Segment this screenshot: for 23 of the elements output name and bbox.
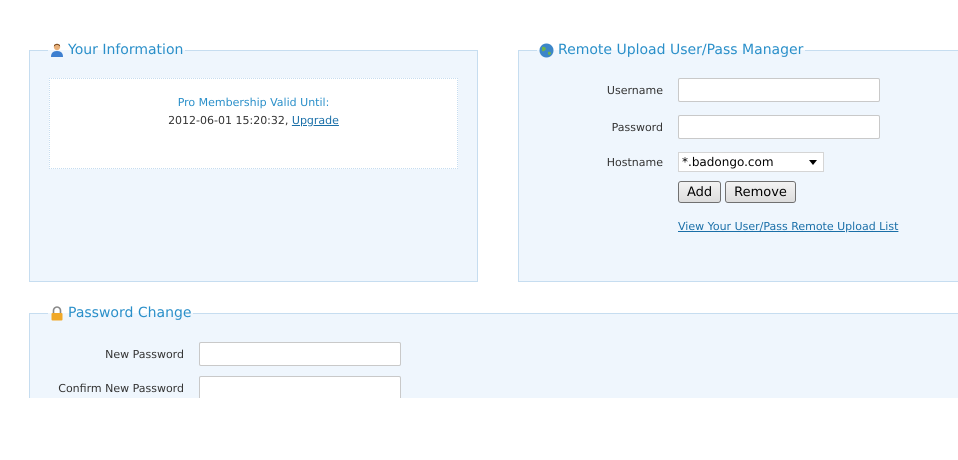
panel-title: Password Change xyxy=(68,305,192,321)
text-field[interactable] xyxy=(678,115,880,139)
upgrade-link[interactable]: Upgrade xyxy=(292,114,339,127)
membership-label: Pro Membership Valid Until: xyxy=(178,96,330,109)
padlock-icon xyxy=(50,306,64,320)
field-label: Username xyxy=(606,84,663,96)
panel-title: Your Information xyxy=(68,42,184,58)
form-button[interactable]: Remove xyxy=(725,181,796,203)
text-field[interactable] xyxy=(678,78,880,102)
field-label: Hostname xyxy=(606,156,663,168)
upload-list-link[interactable]: View Your User/Pass Remote Upload List xyxy=(678,220,898,233)
expiry-date: 2012-06-01 15:20:32, xyxy=(168,114,288,127)
field-label: New Password xyxy=(105,348,184,360)
person-icon xyxy=(50,43,64,57)
panel-title: Remote Upload User/Pass Manager xyxy=(558,42,804,58)
hostname-dropdown[interactable]: *.badongo.com xyxy=(678,152,824,172)
globe-icon xyxy=(539,42,554,58)
caret-icon xyxy=(809,160,817,164)
field-label: Password xyxy=(612,120,663,134)
field-label: Confirm New Password xyxy=(58,382,184,394)
form-button[interactable]: Add xyxy=(678,181,722,203)
password-field[interactable] xyxy=(199,376,401,398)
password-field[interactable] xyxy=(199,342,401,366)
